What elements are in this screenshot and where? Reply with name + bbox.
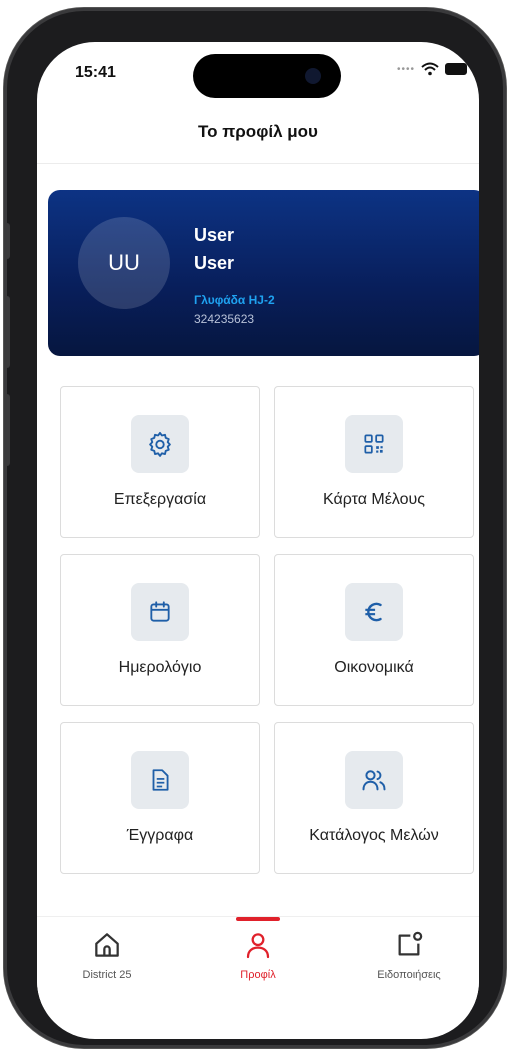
- avatar: UU: [78, 217, 170, 309]
- dynamic-island: [193, 54, 341, 98]
- profile-first-name: User: [194, 225, 235, 245]
- profile-last-name: User: [194, 253, 235, 273]
- tile-label: Κατάλογος Μελών: [309, 827, 439, 844]
- tab-profile[interactable]: Προφίλ: [198, 917, 318, 1007]
- tile-finance[interactable]: Οικονομικά: [274, 554, 474, 706]
- profile-member-number: 324235623: [194, 312, 255, 326]
- volume-up-button: [4, 296, 10, 368]
- tile-icon-box: [131, 751, 189, 809]
- tab-notifications[interactable]: Ειδοποιήσεις: [349, 917, 469, 1007]
- tile-icon-box: [131, 583, 189, 641]
- tile-label: Έγγραφα: [126, 827, 194, 844]
- bottom-tab-bar: District 25 Προφίλ Ειδοποιήσεις: [37, 916, 479, 1007]
- tile-icon-box: [345, 751, 403, 809]
- euro-icon: [365, 602, 382, 622]
- gear-icon: [149, 431, 171, 457]
- phone-frame: 15:41 •••• Το προφίλ μου UU User User Γλ…: [4, 8, 506, 1048]
- app-screen: 15:41 •••• Το προφίλ μου UU User User Γλ…: [37, 42, 479, 1039]
- tab-label: District 25: [82, 969, 132, 981]
- status-indicators: ••••: [397, 62, 468, 76]
- tile-documents[interactable]: Έγγραφα: [60, 722, 260, 874]
- tile-icon-box: [131, 415, 189, 473]
- notification-icon: [398, 931, 423, 956]
- home-icon: [95, 933, 119, 957]
- tile-members-directory[interactable]: Κατάλογος Μελών: [274, 722, 474, 874]
- profile-club: Γλυφάδα HJ-2: [194, 293, 275, 307]
- qr-code-icon: [364, 434, 384, 454]
- tile-icon-box: [345, 583, 403, 641]
- tile-calendar[interactable]: Ημερολόγιο: [60, 554, 260, 706]
- tile-icon-box: [345, 415, 403, 473]
- user-icon: [246, 933, 270, 959]
- tab-label: Ειδοποιήσεις: [377, 969, 441, 981]
- tile-label: Ημερολόγιο: [118, 659, 202, 676]
- users-icon: [362, 770, 386, 791]
- signal-dots-icon: ••••: [397, 63, 416, 75]
- mute-switch: [4, 223, 10, 259]
- profile-card: UU User User Γλυφάδα HJ-2 324235623: [48, 190, 479, 356]
- tab-district[interactable]: District 25: [47, 917, 167, 1007]
- battery-icon: [445, 63, 468, 75]
- calendar-icon: [150, 601, 170, 622]
- tile-edit[interactable]: Επεξεργασία: [60, 386, 260, 538]
- tile-member-card[interactable]: Κάρτα Μέλους: [274, 386, 474, 538]
- page-title: Το προφίλ μου: [198, 122, 318, 141]
- tile-label: Οικονομικά: [334, 659, 414, 676]
- volume-down-button: [4, 394, 10, 466]
- header-divider: [37, 163, 479, 164]
- tile-label: Κάρτα Μέλους: [323, 491, 425, 508]
- document-icon: [152, 769, 169, 791]
- status-time: 15:41: [75, 64, 116, 81]
- tile-label: Επεξεργασία: [113, 491, 207, 508]
- tab-label: Προφίλ: [240, 969, 276, 981]
- active-tab-indicator: [236, 917, 280, 921]
- wifi-icon: [421, 62, 439, 76]
